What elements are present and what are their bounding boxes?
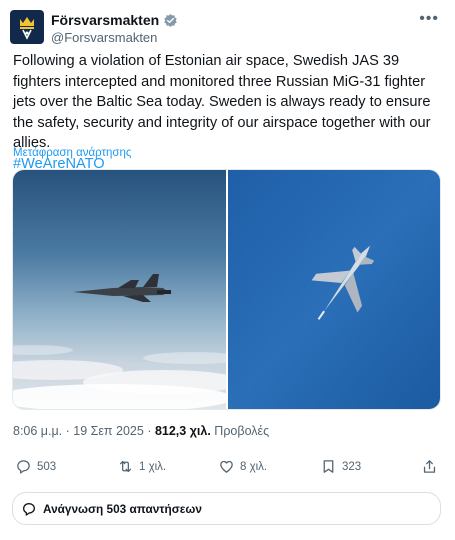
- avatar[interactable]: [10, 10, 44, 44]
- repost-icon: [119, 460, 132, 473]
- media-grid: [12, 169, 441, 410]
- read-replies-button[interactable]: Ανάγνωση 503 απαντήσεων: [12, 492, 441, 525]
- reply-icon: [17, 460, 30, 474]
- verified-badge-icon: [164, 13, 177, 27]
- post-meta: 8:06 μ.μ. · 19 Σεπ 2025 · 812,3 χιλ. Προ…: [13, 424, 269, 438]
- action-bar: 503 1 χιλ. 8 χιλ. 323: [15, 458, 440, 480]
- views-label: Προβολές: [210, 424, 270, 438]
- views-count: 812,3 χιλ.: [154, 424, 211, 438]
- like-button[interactable]: 8 χιλ.: [218, 458, 267, 475]
- read-replies-label: Ανάγνωση 503 απαντήσεων: [43, 501, 202, 516]
- post-body: Following a violation of Estonian air sp…: [13, 53, 431, 151]
- bookmark-count: 323: [342, 460, 362, 473]
- post-header: Försvarsmakten @Forsvarsmakten •••: [10, 10, 445, 46]
- account-handle[interactable]: @Forsvarsmakten: [51, 30, 157, 45]
- reply-button[interactable]: 503: [15, 458, 56, 475]
- post-timestamp[interactable]: 8:06 μ.μ. · 19 Σεπ 2025 ·: [13, 424, 155, 438]
- repost-count: 1 χιλ.: [139, 460, 167, 473]
- like-icon: [220, 460, 233, 473]
- name-row: Försvarsmakten: [51, 12, 178, 28]
- crown-logo-icon: [20, 17, 34, 40]
- repost-button[interactable]: 1 χιλ.: [117, 458, 166, 475]
- bookmark-button[interactable]: 323: [320, 458, 361, 475]
- like-count: 8 χιλ.: [240, 460, 268, 473]
- more-icon[interactable]: •••: [419, 10, 439, 28]
- account-name[interactable]: Försvarsmakten: [51, 12, 159, 28]
- speech-bubble-icon: [23, 502, 35, 516]
- share-button[interactable]: [421, 458, 438, 475]
- reply-count: 503: [37, 460, 57, 473]
- photo-mig31-cloudy-sky[interactable]: [13, 170, 243, 409]
- photo-jets-blue-sky[interactable]: [228, 170, 440, 409]
- translate-post-link[interactable]: Μετάφραση ανάρτησης: [13, 147, 131, 159]
- share-icon: [423, 460, 436, 473]
- bookmark-icon: [323, 460, 334, 473]
